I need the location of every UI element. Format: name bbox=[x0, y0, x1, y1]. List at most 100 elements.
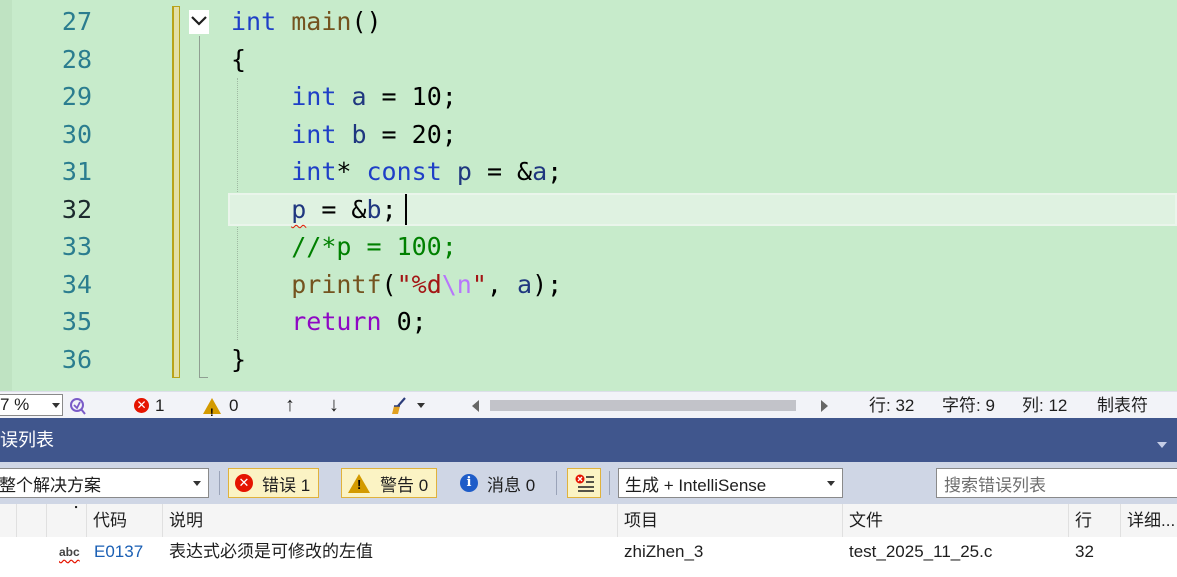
warning-count-value: 0 bbox=[229, 396, 239, 415]
punctuation: ( bbox=[381, 270, 397, 299]
outline-fold-line bbox=[199, 36, 200, 378]
string-literal: " bbox=[471, 270, 487, 299]
sort-filter-icon: ⠁ bbox=[73, 504, 84, 520]
error-icon: ✕ bbox=[134, 398, 149, 413]
operator: * bbox=[336, 157, 352, 186]
filter-toggle-button[interactable] bbox=[567, 468, 601, 498]
function-name: main bbox=[291, 7, 352, 36]
intellisense-error-icon: abc bbox=[59, 545, 80, 559]
line-number: 29 bbox=[61, 82, 92, 111]
error-list-title-bar[interactable]: 误列表 bbox=[0, 418, 1177, 462]
next-issue-button[interactable]: ↓ bbox=[329, 392, 339, 419]
code-line-33[interactable]: //*p = 100; bbox=[231, 228, 457, 266]
operator: = & bbox=[306, 195, 367, 224]
toolbar-separator bbox=[609, 471, 610, 495]
number-literal: 20 bbox=[411, 120, 442, 149]
column-header-file[interactable]: 文件 bbox=[842, 504, 1068, 537]
comment: //*p = 100; bbox=[291, 232, 457, 261]
error-count[interactable]: ✕ 1 bbox=[134, 392, 164, 419]
dropdown-arrow-icon bbox=[193, 481, 201, 486]
warnings-filter-label: 警告 0 bbox=[380, 475, 429, 495]
identifier: a bbox=[517, 270, 533, 299]
code-line-31[interactable]: int* const p = &a; bbox=[231, 153, 562, 191]
keyword: int bbox=[291, 82, 337, 111]
scrollbar-thumb[interactable] bbox=[490, 400, 796, 411]
line-number: 28 bbox=[61, 45, 92, 74]
column-header-icon[interactable] bbox=[16, 504, 46, 537]
column-header-details[interactable]: 详细... bbox=[1120, 504, 1177, 537]
intellicode-button[interactable] bbox=[68, 392, 88, 419]
code-line-34[interactable]: printf("%d\n", a); bbox=[231, 266, 562, 304]
chevron-down-icon bbox=[191, 16, 207, 26]
tab-mode-indicator[interactable]: 制表符 bbox=[1097, 392, 1148, 419]
scroll-left-icon[interactable] bbox=[472, 400, 479, 412]
error-description: 表达式必须是可修改的左值 bbox=[169, 542, 373, 561]
error-code-link[interactable]: E0137 bbox=[94, 537, 143, 569]
punctuation: ; bbox=[411, 307, 427, 336]
table-row[interactable]: abc E0137 表达式必须是可修改的左值 zhiZhen_3 test_20… bbox=[0, 537, 1177, 569]
column-header-code[interactable]: 代码 bbox=[86, 504, 162, 537]
previous-issue-button[interactable]: ↑ bbox=[285, 392, 295, 419]
messages-filter-button[interactable]: i 消息 0 bbox=[460, 468, 535, 498]
warnings-filter-button[interactable]: 警告 0 bbox=[341, 468, 438, 498]
line-number: 33 bbox=[61, 232, 92, 261]
keyword: int bbox=[291, 157, 337, 186]
column-header-filter[interactable]: ⠁ bbox=[46, 504, 86, 537]
arrow-up-icon: ↑ bbox=[285, 394, 295, 416]
identifier: p bbox=[456, 157, 472, 186]
char-indicator[interactable]: 字符: 9 bbox=[942, 392, 995, 419]
change-tracking-bar bbox=[172, 6, 180, 378]
operator: = bbox=[366, 120, 412, 149]
code-line-29[interactable]: int a = 10; bbox=[231, 78, 457, 116]
scope-value: 整个解决方案 bbox=[0, 475, 101, 495]
punctuation: ); bbox=[532, 270, 563, 299]
editor-gutter bbox=[0, 0, 12, 391]
error-squiggle-identifier[interactable]: p bbox=[291, 195, 306, 224]
filter-list-icon bbox=[575, 474, 594, 492]
identifier: b bbox=[351, 120, 367, 149]
column-header-project[interactable]: 项目 bbox=[617, 504, 842, 537]
operator: = bbox=[366, 82, 412, 111]
collapse-toggle[interactable] bbox=[189, 10, 209, 34]
error-project: zhiZhen_3 bbox=[624, 542, 704, 561]
code-editor[interactable]: 27 28 29 30 31 32 33 34 35 36 int main()… bbox=[0, 0, 1177, 391]
punctuation: , bbox=[486, 270, 518, 299]
horizontal-scrollbar[interactable] bbox=[470, 397, 830, 414]
code-line-30[interactable]: int b = 20; bbox=[231, 116, 457, 154]
error-line: 32 bbox=[1075, 542, 1094, 561]
build-filter-combo[interactable]: 生成 + IntelliSense bbox=[618, 468, 843, 498]
line-indicator[interactable]: 行: 32 bbox=[869, 392, 914, 419]
line-number: 27 bbox=[61, 7, 92, 36]
column-header-line[interactable]: 行 bbox=[1068, 504, 1120, 537]
code-line-36[interactable]: } bbox=[231, 341, 246, 379]
errors-filter-button[interactable]: ✕ 错误 1 bbox=[228, 468, 320, 498]
editor-status-bar: 7 % ✕1 0 ↑ ↓ 行: 32 字符: 9 列: 12 制表符 bbox=[0, 391, 1177, 427]
identifier: a bbox=[532, 157, 548, 186]
code-line-27[interactable]: int main() bbox=[231, 3, 382, 41]
column-indicator[interactable]: 列: 12 bbox=[1022, 392, 1067, 419]
number-literal: 0 bbox=[396, 307, 412, 336]
warning-count[interactable]: 0 bbox=[203, 392, 239, 427]
dropdown-arrow-icon bbox=[52, 403, 60, 408]
code-line-28[interactable]: { bbox=[231, 41, 246, 79]
dropdown-arrow-icon bbox=[827, 481, 835, 486]
code-cleanup-button[interactable] bbox=[390, 392, 425, 419]
toolbar-separator bbox=[556, 471, 557, 495]
error-list-search-input[interactable]: 搜索错误列表 bbox=[936, 468, 1177, 498]
escape-sequence: \n bbox=[441, 270, 472, 299]
dropdown-arrow-icon bbox=[417, 403, 425, 408]
error-list-body bbox=[0, 569, 1177, 577]
search-placeholder: 搜索错误列表 bbox=[944, 475, 1046, 495]
arrow-down-icon: ↓ bbox=[329, 394, 339, 416]
keyword: int bbox=[291, 120, 337, 149]
code-line-35[interactable]: return 0; bbox=[231, 303, 427, 341]
text-caret bbox=[405, 194, 407, 225]
window-menu-dropdown-icon[interactable] bbox=[1157, 442, 1167, 448]
warning-icon bbox=[203, 397, 221, 427]
code-line-32[interactable]: p = &b; bbox=[231, 191, 396, 229]
scroll-right-icon[interactable] bbox=[821, 400, 828, 412]
info-icon: i bbox=[460, 474, 478, 492]
warning-icon bbox=[348, 473, 370, 493]
scope-combo[interactable]: 整个解决方案 bbox=[0, 468, 209, 498]
column-header-description[interactable]: 说明 bbox=[162, 504, 617, 537]
